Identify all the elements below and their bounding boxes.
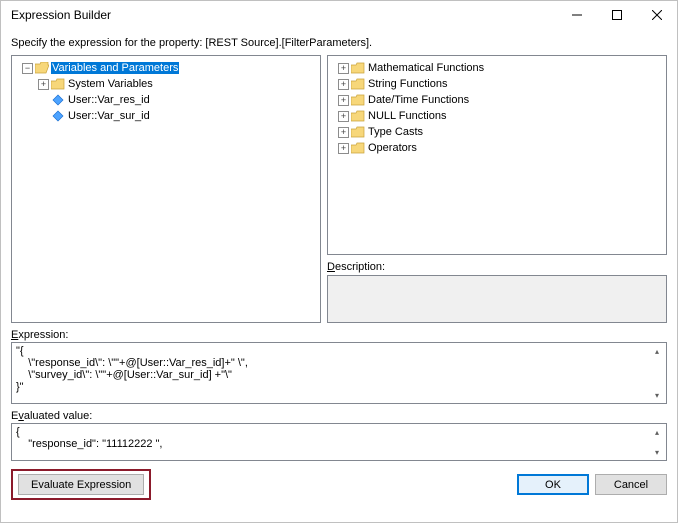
folder-icon xyxy=(351,94,365,106)
scrollbar[interactable]: ▴▾ xyxy=(649,344,665,402)
tree-label: Operators xyxy=(367,142,418,154)
scroll-up-icon: ▴ xyxy=(649,425,665,439)
ok-button[interactable]: OK xyxy=(517,474,589,495)
evaluate-expression-button[interactable]: Evaluate Expression xyxy=(18,474,144,495)
cancel-button[interactable]: Cancel xyxy=(595,474,667,495)
description-box xyxy=(327,275,667,323)
scroll-down-icon: ▾ xyxy=(649,445,665,459)
tree-item-string-functions[interactable]: + String Functions xyxy=(330,76,664,92)
tree-item-type-casts[interactable]: + Type Casts xyxy=(330,124,664,140)
tree-item-datetime-functions[interactable]: + Date/Time Functions xyxy=(330,92,664,108)
folder-icon xyxy=(51,78,65,90)
tree-label: Date/Time Functions xyxy=(367,94,470,106)
expand-icon[interactable]: + xyxy=(338,127,349,138)
titlebar: Expression Builder xyxy=(1,1,677,29)
tree-label: User::Var_sur_id xyxy=(67,110,151,122)
variable-icon xyxy=(51,94,65,106)
functions-tree[interactable]: + Mathematical Functions + String Functi… xyxy=(327,55,667,255)
scrollbar[interactable]: ▴▾ xyxy=(649,425,665,459)
minimize-button[interactable] xyxy=(557,1,597,29)
tree-label: User::Var_res_id xyxy=(67,94,151,106)
folder-open-icon xyxy=(35,62,49,74)
tree-label: System Variables xyxy=(67,78,154,90)
folder-icon xyxy=(351,126,365,138)
description-label: Description: xyxy=(327,261,667,273)
variable-icon xyxy=(51,110,65,122)
evaluated-value-box[interactable]: { "response_id": "11112222 ", ▴▾ xyxy=(11,423,667,461)
tree-item-var-res-id[interactable]: User::Var_res_id xyxy=(14,92,318,108)
tree-label: Variables and Parameters xyxy=(51,62,179,74)
expand-icon[interactable]: + xyxy=(38,79,49,90)
tree-label: Type Casts xyxy=(367,126,424,138)
folder-icon xyxy=(351,110,365,122)
close-button[interactable] xyxy=(637,1,677,29)
expand-icon[interactable]: + xyxy=(338,63,349,74)
evaluate-highlight: Evaluate Expression xyxy=(11,469,151,500)
window-title: Expression Builder xyxy=(11,8,557,22)
collapse-icon[interactable]: − xyxy=(22,63,33,74)
tree-item-null-functions[interactable]: + NULL Functions xyxy=(330,108,664,124)
scroll-down-icon: ▾ xyxy=(649,388,665,402)
expand-icon[interactable]: + xyxy=(338,111,349,122)
evaluated-label: Evaluated value: xyxy=(11,410,667,422)
folder-icon xyxy=(351,142,365,154)
folder-icon xyxy=(351,62,365,74)
tree-label: NULL Functions xyxy=(367,110,447,122)
tree-root-variables[interactable]: − Variables and Parameters xyxy=(14,60,318,76)
tree-label: Mathematical Functions xyxy=(367,62,485,74)
tree-item-operators[interactable]: + Operators xyxy=(330,140,664,156)
tree-item-math-functions[interactable]: + Mathematical Functions xyxy=(330,60,664,76)
expand-icon[interactable]: + xyxy=(338,95,349,106)
expand-icon[interactable]: + xyxy=(338,143,349,154)
expression-input[interactable]: "{ \"response_id\": \""+@[User::Var_res_… xyxy=(11,342,667,404)
maximize-button[interactable] xyxy=(597,1,637,29)
variables-tree[interactable]: − Variables and Parameters + System Vari… xyxy=(11,55,321,323)
tree-item-system-variables[interactable]: + System Variables xyxy=(14,76,318,92)
instruction-text: Specify the expression for the property:… xyxy=(11,37,667,49)
tree-item-var-sur-id[interactable]: User::Var_sur_id xyxy=(14,108,318,124)
expression-label: Expression: xyxy=(11,329,667,341)
folder-icon xyxy=(351,78,365,90)
scroll-up-icon: ▴ xyxy=(649,344,665,358)
expand-icon[interactable]: + xyxy=(338,79,349,90)
tree-label: String Functions xyxy=(367,78,448,90)
